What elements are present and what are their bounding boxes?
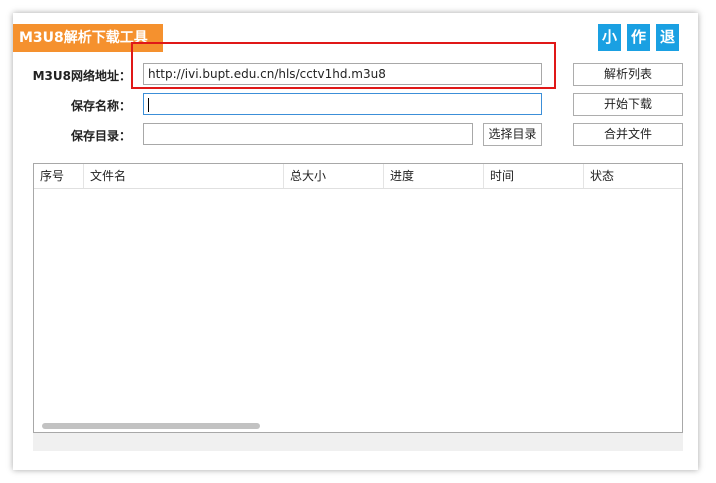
- url-label: M3U8网络地址：: [32, 69, 131, 83]
- parse-list-button[interactable]: 解析列表: [573, 63, 683, 86]
- horizontal-scrollbar[interactable]: [42, 423, 260, 429]
- column-header-time[interactable]: 时间: [484, 164, 584, 188]
- minimize-button[interactable]: 小: [598, 24, 621, 51]
- column-header-size[interactable]: 总大小: [284, 164, 384, 188]
- main-window: M3U8解析下载工具 小 作 退 M3U8网络地址： http://ivi.bu…: [13, 13, 698, 470]
- save-dir-input[interactable]: [143, 123, 473, 145]
- author-button[interactable]: 作: [627, 24, 650, 51]
- merge-files-button[interactable]: 合并文件: [573, 123, 683, 146]
- table-header: 序号 文件名 总大小 进度 时间 状态: [34, 164, 682, 189]
- save-name-label: 保存名称：: [70, 99, 131, 113]
- status-bar: [33, 433, 683, 451]
- column-header-filename[interactable]: 文件名: [84, 164, 284, 188]
- column-header-progress[interactable]: 进度: [384, 164, 484, 188]
- choose-dir-button[interactable]: 选择目录: [483, 123, 542, 146]
- file-list-table[interactable]: 序号 文件名 总大小 进度 时间 状态: [33, 163, 683, 433]
- start-download-button[interactable]: 开始下载: [573, 93, 683, 116]
- text-caret: [148, 97, 149, 112]
- save-dir-label: 保存目录：: [70, 129, 131, 143]
- save-name-input[interactable]: [143, 93, 542, 115]
- url-highlight-box: [131, 42, 556, 89]
- exit-button[interactable]: 退: [656, 24, 679, 51]
- column-header-status[interactable]: 状态: [584, 164, 682, 188]
- column-header-index[interactable]: 序号: [34, 164, 84, 188]
